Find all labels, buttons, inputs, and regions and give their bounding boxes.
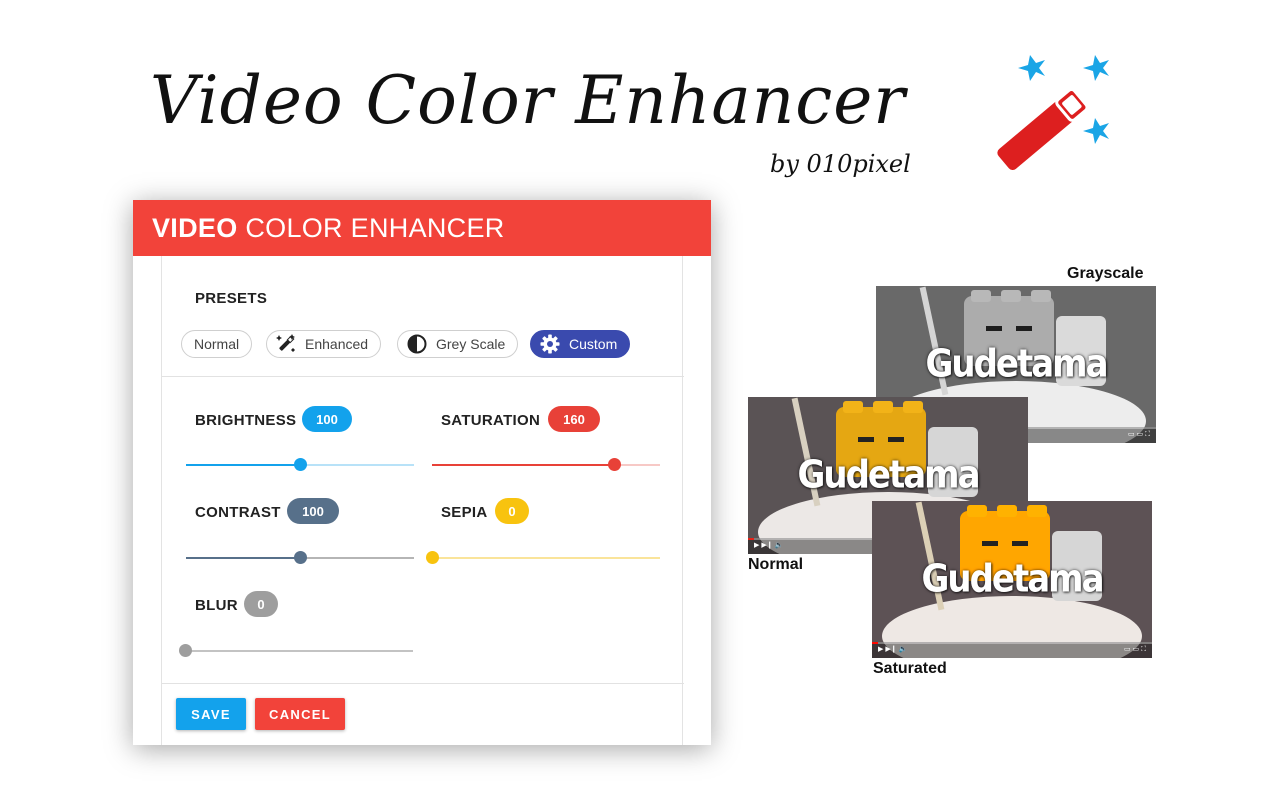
play-icon[interactable]: ▶ ▶❙ 🔈 <box>754 541 783 551</box>
presets-title: PRESETS <box>195 290 268 307</box>
brightness-label: BRIGHTNESS <box>195 412 297 429</box>
video-controls-bar[interactable] <box>872 642 1152 658</box>
preset-enhanced-button[interactable]: Enhanced <box>266 330 382 358</box>
preset-custom-button[interactable]: Custom <box>530 330 631 358</box>
preset-label: Grey Scale <box>436 336 506 352</box>
sepia-value-badge: 0 <box>495 498 529 524</box>
blur-value-badge: 0 <box>244 591 278 617</box>
saturation-slider[interactable] <box>432 458 660 472</box>
video-overlay-text: Gudetama <box>925 341 1108 387</box>
panel-header: VIDEO COLOR ENHANCER <box>133 200 711 256</box>
video-overlay-text: Gudetama <box>921 556 1104 602</box>
slider-track <box>432 557 660 559</box>
slider-thumb[interactable] <box>294 551 307 564</box>
slider-thumb[interactable] <box>294 458 307 471</box>
contrast-value-badge: 100 <box>287 498 339 524</box>
saturation-value-badge: 160 <box>548 406 600 432</box>
sepia-slider[interactable] <box>426 551 660 565</box>
normal-caption: Normal <box>748 556 804 573</box>
contrast-slider[interactable] <box>186 551 414 565</box>
video-progress-bar[interactable] <box>872 642 1152 644</box>
blur-slider[interactable] <box>179 644 413 658</box>
cancel-button[interactable]: CANCEL <box>255 698 345 730</box>
preset-normal-button[interactable]: Normal <box>181 330 253 358</box>
video-overlay-text: Gudetama <box>797 452 980 498</box>
divider <box>162 376 684 377</box>
panel-card: PRESETS Normal Enhanced Grey Scale Custo… <box>161 256 684 745</box>
preset-label: Custom <box>569 336 618 352</box>
slider-thumb[interactable] <box>426 551 439 564</box>
slider-thumb[interactable] <box>608 458 622 471</box>
slider-fill <box>186 464 300 466</box>
slider-thumb[interactable] <box>179 644 192 657</box>
grayscale-caption: Grayscale <box>1067 265 1144 282</box>
brightness-value-badge: 100 <box>302 406 352 432</box>
saturated-video-preview[interactable]: Gudetama ▶ ▶❙ 🔈 ▭ ▭ ⛶ <box>872 501 1152 658</box>
magic-wand-icon <box>997 55 1109 171</box>
header-title-bold: VIDEO <box>152 213 238 243</box>
save-button[interactable]: SAVE <box>176 698 246 730</box>
saturated-caption: Saturated <box>873 660 947 677</box>
brightness-slider[interactable] <box>186 458 414 472</box>
preset-greyscale-button[interactable]: Grey Scale <box>397 330 519 358</box>
magic-wand-icon <box>276 334 295 352</box>
preset-label: Normal <box>194 336 240 352</box>
blur-label: BLUR <box>195 597 238 614</box>
settings-panel: VIDEO COLOR ENHANCER PRESETS Normal Enha… <box>133 200 711 745</box>
contrast-icon <box>407 334 427 354</box>
slider-fill <box>432 464 615 466</box>
slider-track <box>185 650 413 652</box>
contrast-label: CONTRAST <box>195 504 281 521</box>
slider-fill <box>186 557 300 559</box>
saturation-label: SATURATION <box>441 412 541 429</box>
gear-icon <box>540 334 560 354</box>
play-icon[interactable]: ▶ ▶❙ 🔈 <box>878 645 907 655</box>
banner-subtitle: by 010pixel <box>770 150 911 178</box>
banner-title: Video Color Enhancer <box>150 62 906 139</box>
sepia-label: SEPIA <box>441 504 488 521</box>
header-title-rest: COLOR ENHANCER <box>245 213 505 243</box>
fullscreen-icon[interactable]: ▭ ▭ ⛶ <box>1124 645 1146 655</box>
preset-label: Enhanced <box>305 336 369 352</box>
fullscreen-icon[interactable]: ▭ ▭ ⛶ <box>1128 430 1150 440</box>
divider <box>162 683 684 684</box>
